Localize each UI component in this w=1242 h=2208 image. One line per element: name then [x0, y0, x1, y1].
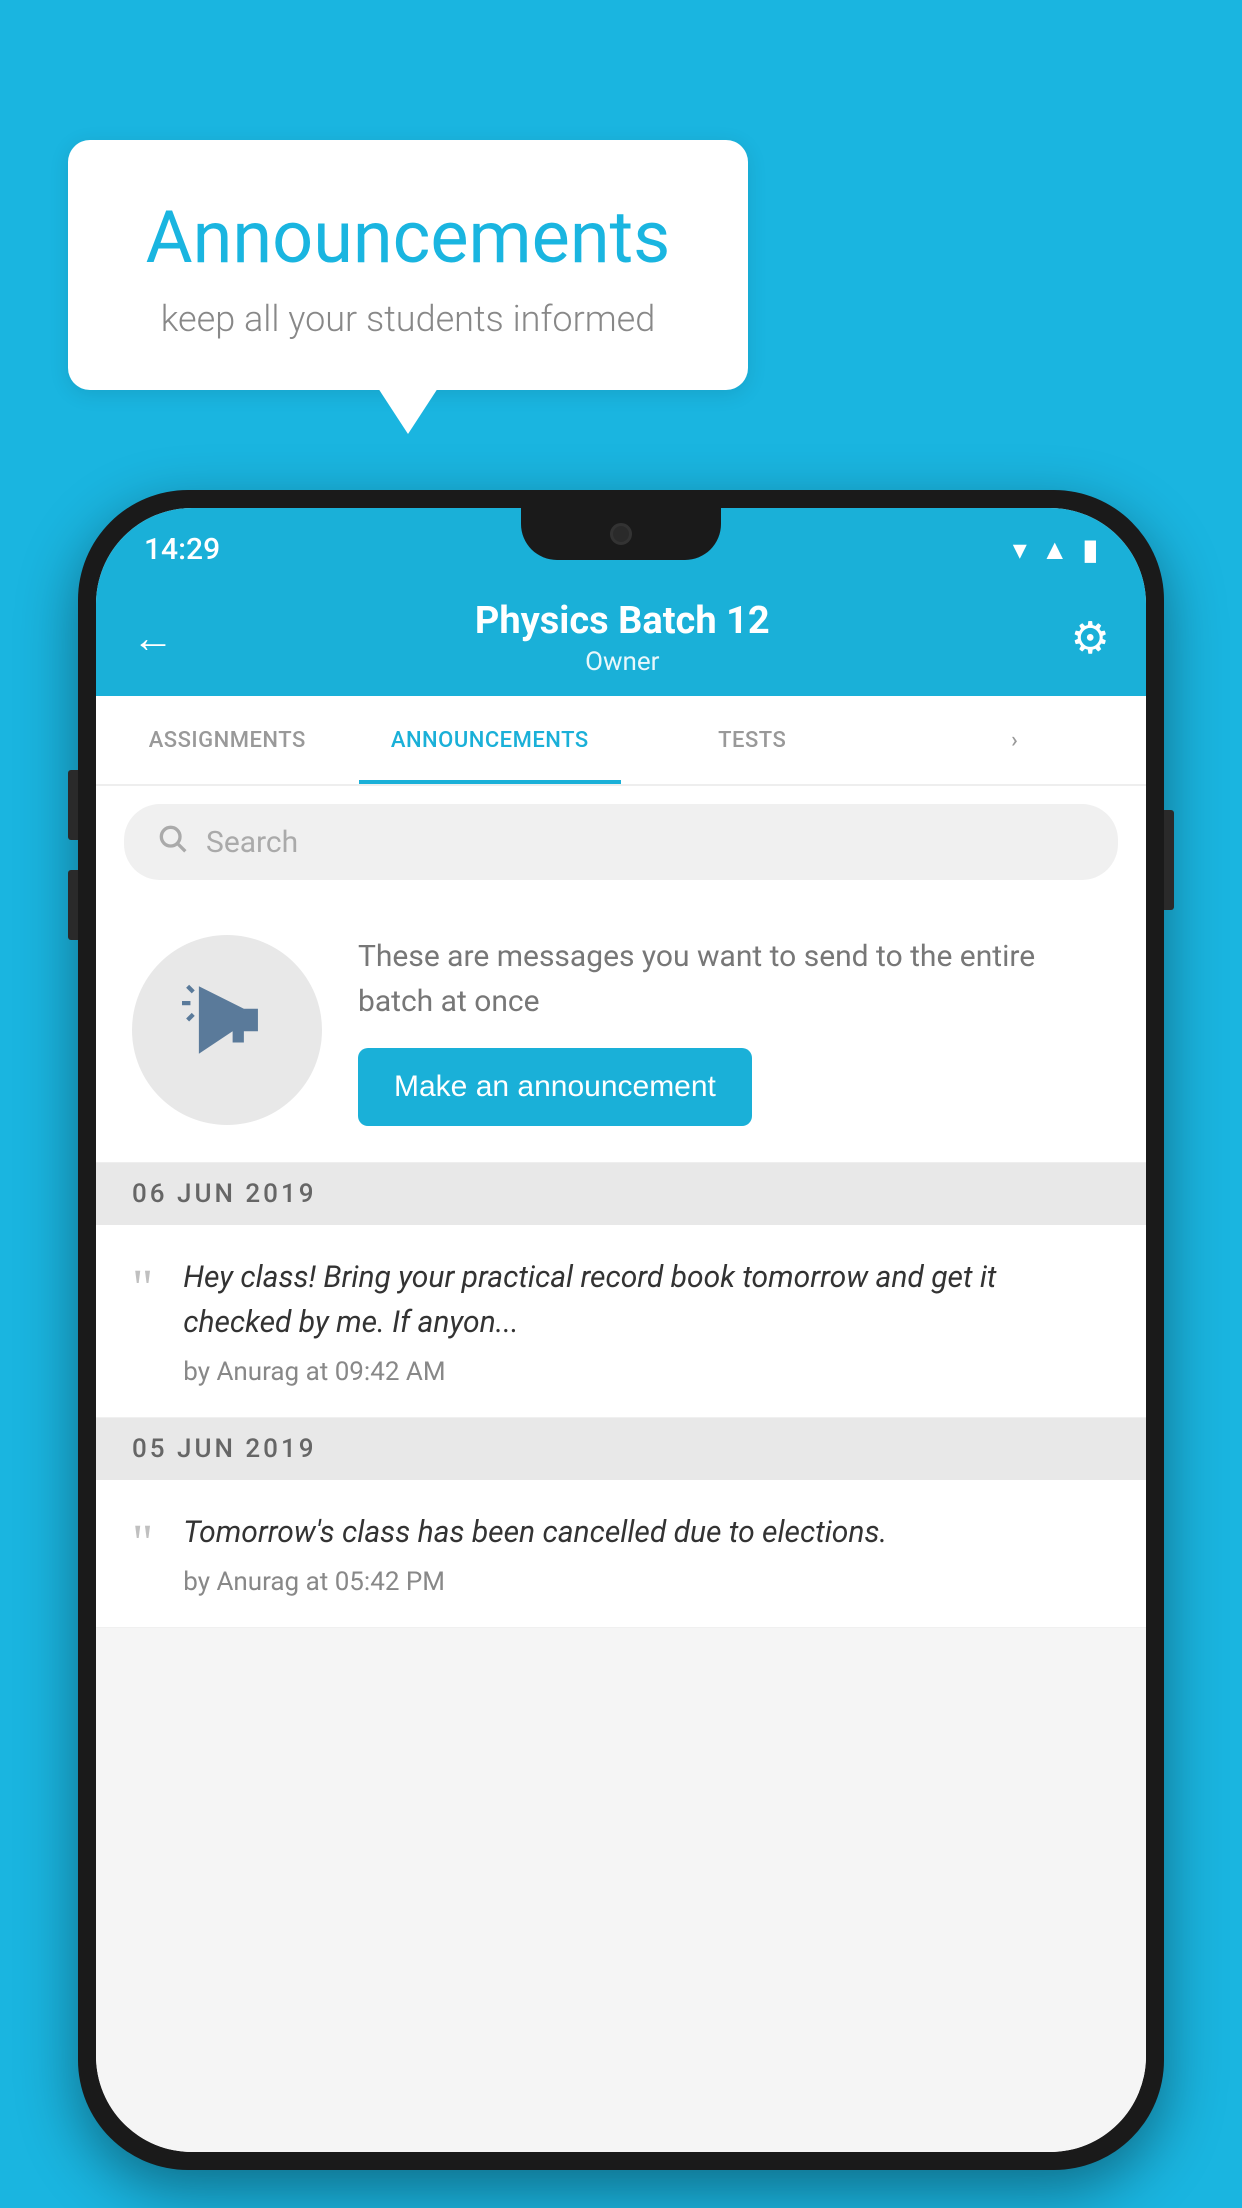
app-bar-title: Physics Batch 12	[174, 599, 1071, 643]
content-area: Search	[96, 786, 1146, 2152]
search-box[interactable]: Search	[124, 804, 1118, 880]
settings-button[interactable]: ⚙	[1071, 612, 1110, 664]
announcement-item-2: " Tomorrow's class has been cancelled du…	[96, 1480, 1146, 1628]
tab-more[interactable]: ›	[884, 696, 1147, 784]
search-placeholder: Search	[206, 825, 298, 860]
search-icon	[156, 821, 188, 863]
quote-icon-1: "	[132, 1263, 153, 1315]
quote-icon-2: "	[132, 1518, 153, 1570]
announcement-text-2: Tomorrow's class has been cancelled due …	[183, 1510, 1110, 1555]
phone-notch	[521, 508, 721, 560]
wifi-icon: ▾	[1013, 533, 1027, 566]
battery-icon: ▮	[1083, 533, 1098, 566]
volume-down-button	[68, 870, 78, 940]
phone-screen: 14:29 ▾ ▲ ▮ ← Physics Batch 12 Owner ⚙	[96, 508, 1146, 2152]
status-icons: ▾ ▲ ▮	[1013, 533, 1098, 566]
speech-bubble-section: Announcements keep all your students inf…	[68, 140, 748, 390]
make-announcement-button[interactable]: Make an announcement	[358, 1048, 752, 1126]
tabs-bar: ASSIGNMENTS ANNOUNCEMENTS TESTS ›	[96, 696, 1146, 786]
app-bar: ← Physics Batch 12 Owner ⚙	[96, 580, 1146, 696]
date-divider-1: 06 JUN 2019	[96, 1163, 1146, 1225]
announcement-item-1: " Hey class! Bring your practical record…	[96, 1225, 1146, 1418]
announcement-content-1: Hey class! Bring your practical record b…	[183, 1255, 1110, 1387]
speech-bubble-subtitle: keep all your students informed	[128, 298, 688, 340]
screen-content: 14:29 ▾ ▲ ▮ ← Physics Batch 12 Owner ⚙	[96, 508, 1146, 2152]
tab-assignments[interactable]: ASSIGNMENTS	[96, 696, 359, 784]
phone-mockup: 14:29 ▾ ▲ ▮ ← Physics Batch 12 Owner ⚙	[78, 490, 1164, 2170]
announcement-meta-2: by Anurag at 05:42 PM	[183, 1567, 1110, 1597]
promo-icon-circle	[132, 935, 322, 1125]
app-bar-title-section: Physics Batch 12 Owner	[174, 599, 1071, 677]
tab-announcements[interactable]: ANNOUNCEMENTS	[359, 696, 622, 784]
announcement-content-2: Tomorrow's class has been cancelled due …	[183, 1510, 1110, 1597]
announcement-text-1: Hey class! Bring your practical record b…	[183, 1255, 1110, 1345]
phone-camera	[610, 523, 632, 545]
speech-bubble-title: Announcements	[128, 195, 688, 280]
tab-tests[interactable]: TESTS	[621, 696, 884, 784]
date-divider-2: 05 JUN 2019	[96, 1418, 1146, 1480]
back-button[interactable]: ←	[132, 614, 174, 663]
announcement-promo: These are messages you want to send to t…	[96, 898, 1146, 1163]
promo-description: These are messages you want to send to t…	[358, 934, 1110, 1024]
signal-icon: ▲	[1041, 533, 1069, 566]
power-button	[1164, 810, 1174, 910]
search-container: Search	[96, 786, 1146, 898]
promo-content: These are messages you want to send to t…	[358, 934, 1110, 1126]
speech-bubble: Announcements keep all your students inf…	[68, 140, 748, 390]
app-bar-subtitle: Owner	[174, 647, 1071, 677]
volume-up-button	[68, 770, 78, 840]
status-time: 14:29	[144, 532, 220, 567]
announcement-meta-1: by Anurag at 09:42 AM	[183, 1357, 1110, 1387]
phone-outer: 14:29 ▾ ▲ ▮ ← Physics Batch 12 Owner ⚙	[78, 490, 1164, 2170]
megaphone-icon	[182, 975, 272, 1085]
